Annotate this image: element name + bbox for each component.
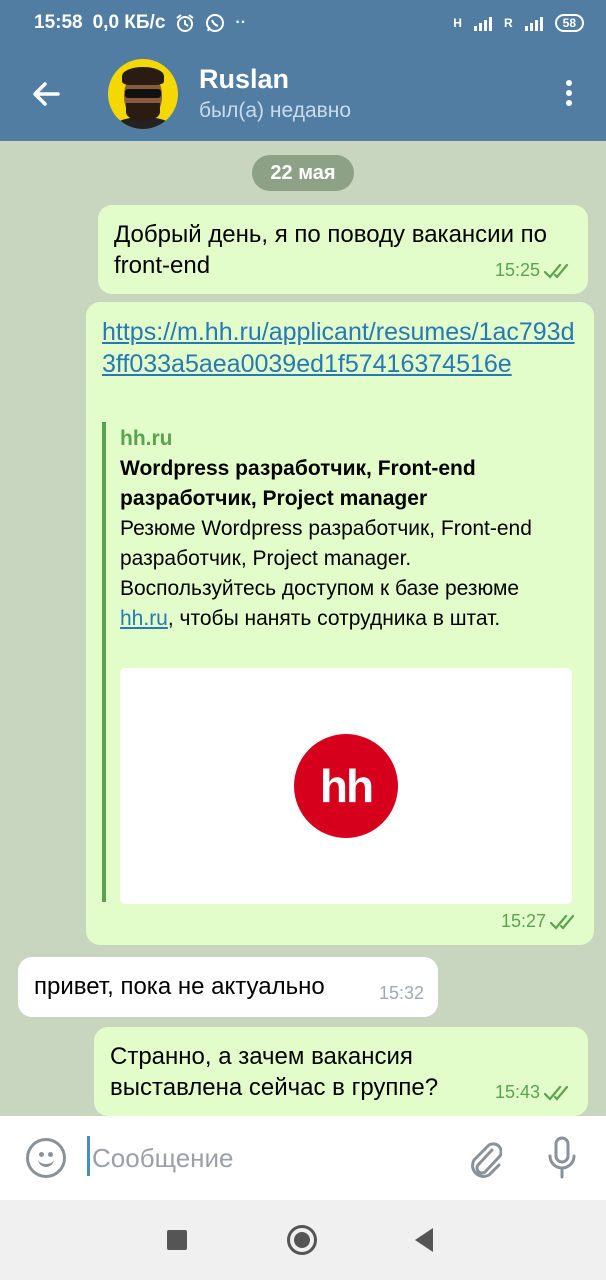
network-speed: 0,0 КБ/с [92, 12, 166, 33]
message-text: Странно, а зачем вакансия выставлена сей… [110, 1043, 439, 1101]
preview-description: Резюме Wordpress разработчик, Front-end … [120, 517, 532, 630]
message-meta: 15:43 [495, 1077, 574, 1108]
network-type-1: H [453, 16, 462, 30]
attach-icon[interactable] [466, 1138, 502, 1178]
message-link[interactable]: https://m.hh.ru/applicant/resumes/1ac793… [102, 316, 578, 380]
text-cursor [87, 1136, 90, 1176]
status-time: 15:58 [34, 12, 83, 33]
hh-logo: hh [294, 734, 398, 838]
message-list[interactable]: 22 мая Добрый день, я по поводу вакансии… [0, 141, 606, 1116]
contact-name: Ruslan [199, 63, 290, 94]
message-bubble-link[interactable]: https://m.hh.ru/applicant/resumes/1ac793… [86, 302, 594, 945]
system-nav-bar [0, 1200, 606, 1280]
signal-icon [524, 15, 543, 31]
read-checks-icon [544, 263, 569, 279]
read-checks-icon [550, 914, 575, 930]
link-preview[interactable]: hh.ru Wordpress разработчик, Front-end р… [102, 422, 572, 904]
message-time: 15:27 [500, 911, 546, 931]
contact-info[interactable]: Ruslan был(а) недавно [199, 62, 351, 126]
date-separator: 22 мая [252, 155, 354, 191]
message-meta: 15:25 [495, 255, 574, 286]
status-bar: 15:58 0,0 КБ/с ·· H R 58 [0, 0, 606, 46]
signal-icon [473, 15, 492, 31]
message-bubble[interactable]: Добрый день, я по поводу вакансии по fro… [98, 205, 588, 294]
chat-header: Ruslan был(а) недавно [0, 46, 606, 141]
read-checks-icon [544, 1085, 569, 1101]
preview-site: hh.ru [120, 427, 173, 450]
message-meta: 15:32 [379, 978, 424, 1009]
message-time: 15:43 [494, 1082, 540, 1102]
message-text: привет, пока не актуально [34, 973, 325, 1000]
message-bubble-incoming[interactable]: привет, пока не актуально 15:32 [18, 957, 438, 1017]
message-meta: 15:27 [501, 906, 580, 937]
contact-status: был(а) недавно [199, 98, 352, 122]
preview-title: Wordpress разработчик, Front-end разрабо… [120, 457, 476, 510]
home-button[interactable] [287, 1225, 317, 1255]
more-dots-icon: ·· [235, 14, 247, 31]
message-bubble[interactable]: Странно, а зачем вакансия выставлена сей… [94, 1027, 588, 1116]
back-nav-button[interactable] [415, 1228, 433, 1252]
mic-icon[interactable] [546, 1136, 578, 1180]
recents-button[interactable] [167, 1230, 187, 1250]
message-time: 15:32 [378, 983, 424, 1003]
preview-inline-link[interactable]: hh.ru [120, 607, 168, 630]
battery-icon: 58 [554, 14, 584, 32]
more-vertical-icon[interactable] [566, 80, 574, 106]
back-arrow-icon [33, 81, 60, 106]
message-input[interactable] [92, 1136, 442, 1180]
preview-image[interactable]: hh [120, 668, 572, 904]
emoji-icon[interactable] [26, 1138, 66, 1178]
back-button[interactable] [0, 46, 92, 141]
message-time: 15:25 [494, 260, 540, 280]
message-text: Добрый день, я по поводу вакансии по fro… [114, 221, 548, 279]
whatsapp-icon [206, 14, 225, 32]
network-type-2: R [503, 16, 513, 30]
avatar[interactable] [108, 58, 178, 129]
message-input-bar [0, 1116, 606, 1200]
alarm-icon [176, 14, 195, 32]
